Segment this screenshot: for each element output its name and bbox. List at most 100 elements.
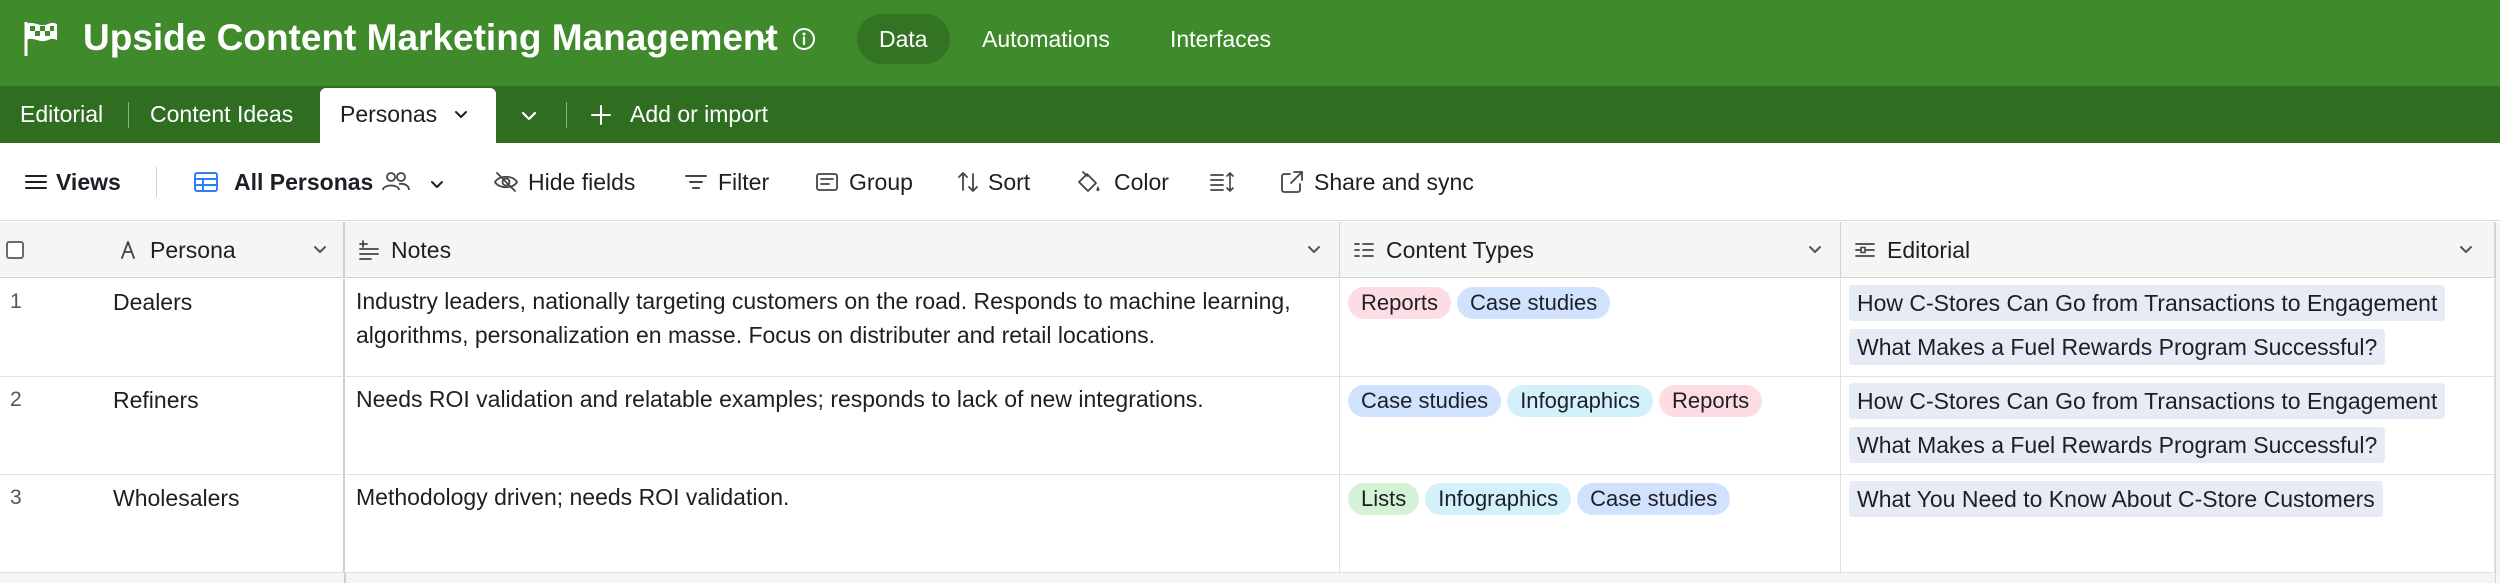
content-type-pill: Infographics	[1425, 483, 1572, 515]
views-button[interactable]: Views	[22, 143, 121, 221]
chevron-down-icon[interactable]	[752, 26, 778, 52]
tab-divider	[566, 102, 567, 128]
column-header-editorial[interactable]: Editorial	[1841, 222, 2495, 278]
primary-field-icon	[121, 241, 135, 259]
content-types-cell[interactable]: Case studies Infographics Reports	[1340, 377, 1841, 474]
notes-line: algorithms, personalization en masse. Fo…	[356, 322, 1156, 348]
editorial-cell[interactable]: How C-Stores Can Go from Transactions to…	[1841, 377, 2495, 474]
linked-record-chip[interactable]: What Makes a Fuel Rewards Program Succes…	[1849, 329, 2386, 365]
info-icon[interactable]	[790, 25, 818, 53]
select-all-checkbox[interactable]	[6, 241, 24, 259]
editorial-cell[interactable]: What You Need to Know About C-Store Cust…	[1841, 475, 2495, 572]
content-types-cell[interactable]: Reports Case studies	[1340, 279, 1841, 376]
color-button[interactable]: Color	[1074, 143, 1169, 221]
persona-cell[interactable]: Refiners	[104, 377, 345, 474]
row-height-icon	[1210, 172, 1234, 192]
color-label: Color	[1114, 169, 1169, 195]
app-header: Upside Content Marketing Management Data…	[0, 0, 2500, 86]
notes-line: Needs ROI validation and relatable examp…	[356, 386, 1204, 412]
share-icon	[1281, 171, 1303, 193]
linked-record-chip[interactable]: What Makes a Fuel Rewards Program Succes…	[1849, 427, 2386, 463]
notes-line: Industry leaders, nationally targeting c…	[356, 288, 1291, 314]
filter-icon	[685, 175, 707, 189]
nav-automations[interactable]: Automations	[982, 14, 1110, 64]
table-tabs-bar: Editorial Content Ideas Personas Add or …	[0, 86, 2500, 143]
column-header-notes[interactable]: Notes	[345, 222, 1340, 278]
chevron-down-icon[interactable]	[1804, 239, 1826, 261]
sort-button[interactable]: Sort	[954, 143, 1030, 221]
filter-label: Filter	[718, 169, 770, 195]
column-label: Notes	[391, 237, 452, 263]
header-select-cell	[0, 222, 104, 278]
grid-footer-area	[0, 573, 2500, 583]
column-header-content-types[interactable]: Content Types	[1340, 222, 1841, 278]
tab-personas-label: Personas	[340, 101, 438, 127]
sort-icon	[958, 172, 978, 192]
current-view-label: All Personas	[234, 169, 374, 195]
notes-cell[interactable]: Needs ROI validation and relatable examp…	[345, 377, 1340, 474]
linked-record-chip[interactable]: What You Need to Know About C-Store Cust…	[1849, 481, 2383, 517]
data-grid: Persona Notes Content Types Editorial 1 …	[0, 222, 2500, 583]
view-toolbar: Views All Personas Hide fields Filter Gr…	[0, 143, 2500, 221]
tab-personas[interactable]: Personas	[320, 88, 496, 143]
column-label: Content Types	[1386, 237, 1534, 263]
view-switcher[interactable]: All Personas	[192, 143, 443, 221]
chevron-down-icon[interactable]	[450, 104, 472, 126]
chevron-down-icon[interactable]	[2455, 239, 2477, 261]
linked-record-icon	[1855, 243, 1875, 257]
content-type-pill: Case studies	[1348, 385, 1502, 417]
row-number: 3	[10, 486, 22, 509]
multi-select-icon	[1354, 243, 1374, 257]
editorial-cell[interactable]: How C-Stores Can Go from Transactions to…	[1841, 279, 2495, 376]
table-row[interactable]: 1 Dealers Industry leaders, nationally t…	[0, 279, 2500, 377]
chevron-down-icon[interactable]	[309, 239, 331, 261]
table-row[interactable]: 2 Refiners Needs ROI validation and rela…	[0, 377, 2500, 475]
tab-editorial[interactable]: Editorial	[20, 86, 103, 143]
content-type-pill: Reports	[1348, 287, 1452, 319]
row-number: 1	[10, 290, 22, 313]
sort-label: Sort	[988, 169, 1031, 195]
chevron-down-icon[interactable]	[1303, 239, 1325, 261]
column-label: Editorial	[1887, 237, 1971, 263]
add-or-import-button[interactable]: Add or import	[588, 86, 768, 143]
base-title[interactable]: Upside Content Marketing Management	[83, 17, 778, 59]
toolbar-divider	[156, 167, 157, 197]
column-header-persona[interactable]: Persona	[104, 222, 345, 278]
content-type-pill: Case studies	[1457, 287, 1611, 319]
persona-cell[interactable]: Wholesalers	[104, 475, 345, 572]
notes-cell[interactable]: Methodology driven; needs ROI validation…	[345, 475, 1340, 572]
row-height-button[interactable]	[1208, 143, 1238, 221]
table-row[interactable]: 3 Wholesalers Methodology driven; needs …	[0, 475, 2500, 573]
grid-view-icon	[194, 172, 218, 192]
group-button[interactable]: Group	[813, 143, 913, 221]
tab-content-ideas[interactable]: Content Ideas	[150, 86, 293, 143]
nav-data[interactable]: Data	[857, 14, 950, 64]
content-type-pill: Infographics	[1507, 385, 1654, 417]
nav-interfaces[interactable]: Interfaces	[1170, 14, 1271, 64]
linked-record-chip[interactable]: How C-Stores Can Go from Transactions to…	[1849, 285, 2446, 321]
notes-line: Methodology driven; needs ROI validation…	[356, 484, 790, 510]
group-icon	[816, 173, 838, 191]
tab-divider	[128, 102, 129, 128]
notes-cell[interactable]: Industry leaders, nationally targeting c…	[345, 279, 1340, 376]
chevron-down-icon[interactable]	[426, 171, 448, 199]
content-type-pill: Case studies	[1577, 483, 1731, 515]
content-type-pill: Reports	[1659, 385, 1763, 417]
persona-cell[interactable]: Dealers	[104, 279, 345, 376]
content-types-cell[interactable]: Lists Infographics Case studies	[1340, 475, 1841, 572]
all-tables-chevron-icon[interactable]	[516, 103, 542, 129]
share-and-sync-button[interactable]: Share and sync	[1278, 143, 1474, 221]
add-or-import-label: Add or import	[630, 101, 769, 127]
grid-right-edge	[2495, 222, 2500, 583]
row-number: 2	[10, 388, 22, 411]
linked-record-chip[interactable]: How C-Stores Can Go from Transactions to…	[1849, 383, 2446, 419]
hide-fields-button[interactable]: Hide fields	[492, 143, 635, 221]
collaborative-view-icon	[382, 172, 410, 191]
base-logo-icon[interactable]	[20, 18, 62, 60]
plus-icon	[591, 105, 611, 125]
hide-fields-label: Hide fields	[528, 169, 636, 195]
long-text-icon	[359, 240, 379, 260]
filter-button[interactable]: Filter	[682, 143, 769, 221]
content-type-pill: Lists	[1348, 483, 1420, 515]
views-label: Views	[56, 169, 121, 195]
